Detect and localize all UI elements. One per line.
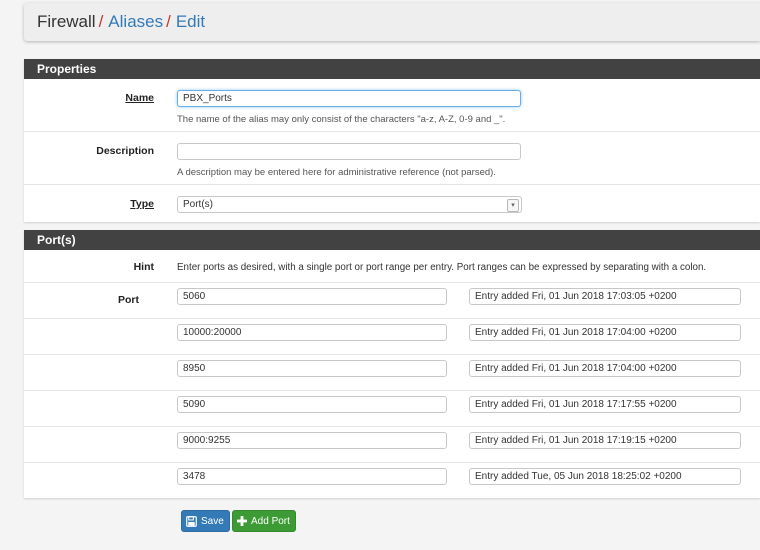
- port-row: [24, 391, 760, 427]
- ports-heading: Port(s): [24, 230, 760, 250]
- properties-panel: Properties Name The name of the alias ma…: [24, 59, 760, 222]
- save-button[interactable]: Save: [181, 510, 230, 532]
- hint-label: Hint: [133, 261, 154, 273]
- hint-row: Hint Enter ports as desired, with a sing…: [24, 250, 760, 283]
- port-input[interactable]: [177, 396, 447, 413]
- hint-text: Enter ports as desired, with a single po…: [177, 262, 707, 273]
- type-select-value: Port(s): [183, 199, 213, 210]
- chevron-down-icon: ▾: [507, 199, 519, 212]
- port-input[interactable]: [177, 360, 447, 377]
- description-label: Description: [96, 145, 154, 157]
- type-label: Type: [130, 198, 154, 210]
- port-input[interactable]: [177, 432, 447, 449]
- port-row: [24, 355, 760, 391]
- ports-panel: Port(s) Hint Enter ports as desired, wit…: [24, 230, 760, 498]
- name-label: Name: [125, 92, 154, 104]
- breadcrumb-separator: /: [98, 12, 104, 31]
- save-button-label: Save: [201, 515, 224, 527]
- name-help-text: The name of the alias may only consist o…: [177, 114, 506, 125]
- description-input[interactable]: [177, 143, 521, 160]
- breadcrumb-separator: /: [166, 12, 171, 31]
- breadcrumb-firewall: Firewall: [37, 12, 96, 31]
- breadcrumb-edit-link[interactable]: Edit: [176, 12, 205, 32]
- port-row: [24, 463, 760, 498]
- name-input[interactable]: [177, 90, 521, 107]
- port-input[interactable]: [177, 288, 447, 305]
- port-description-input[interactable]: [469, 288, 741, 305]
- type-row: Type Port(s) ▾: [24, 185, 760, 222]
- properties-heading: Properties: [24, 59, 760, 79]
- description-row: Description A description may be entered…: [24, 132, 760, 185]
- port-input[interactable]: [177, 468, 447, 485]
- description-help-text: A description may be entered here for ad…: [177, 167, 496, 178]
- breadcrumb: Firewall / Aliases / Edit: [24, 3, 760, 41]
- port-label: Port: [118, 294, 139, 306]
- add-port-button-label: Add Port: [251, 515, 290, 527]
- port-description-input[interactable]: [469, 432, 741, 449]
- save-icon: [186, 515, 197, 527]
- port-description-input[interactable]: [469, 468, 741, 485]
- plus-icon: [237, 516, 247, 526]
- type-select[interactable]: Port(s) ▾: [177, 196, 522, 213]
- port-description-input[interactable]: [469, 324, 741, 341]
- name-row: Name The name of the alias may only cons…: [24, 79, 760, 132]
- port-row: [24, 427, 760, 463]
- breadcrumb-aliases-link[interactable]: Aliases: [108, 12, 163, 32]
- port-description-input[interactable]: [469, 360, 741, 377]
- port-input[interactable]: [177, 324, 447, 341]
- add-port-button[interactable]: Add Port: [232, 510, 296, 532]
- port-row: [24, 319, 760, 355]
- port-row: Port: [24, 283, 760, 319]
- port-description-input[interactable]: [469, 396, 741, 413]
